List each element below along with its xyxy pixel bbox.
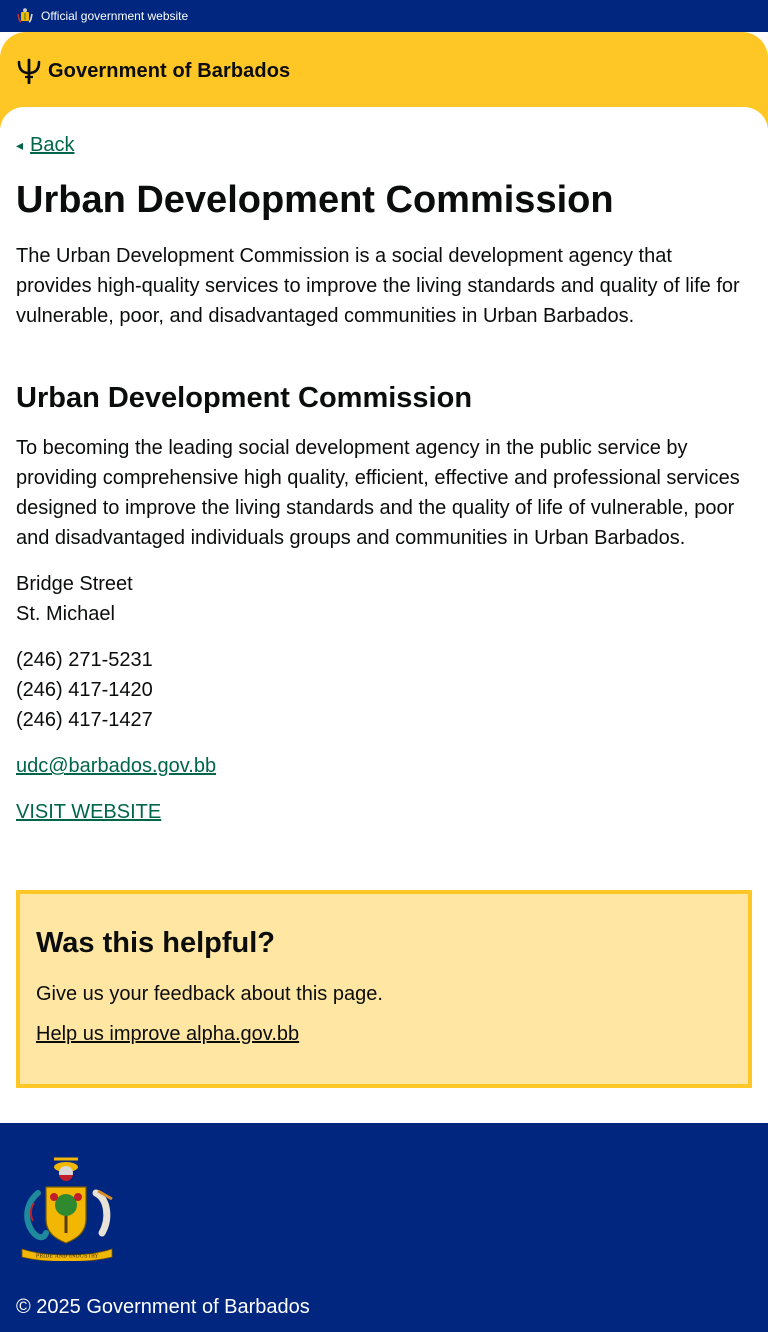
coat-of-arms-icon: PRIDE AND INDUSTRY [21, 1157, 113, 1262]
address-line: Bridge Street [16, 573, 133, 596]
visit-website-link[interactable]: VISIT WEBSITE [16, 801, 161, 823]
brand-name: Government of Barbados [48, 59, 291, 82]
page-title: Urban Development Commission [16, 179, 614, 221]
email-link[interactable]: udc@barbados.gov.bb [16, 755, 216, 777]
trident-icon [17, 58, 41, 84]
feedback-title: Was this helpful? [36, 927, 275, 960]
section-title: Urban Development Commission [16, 381, 473, 414]
site-footer: PRIDE AND INDUSTRY © 2025 Government of … [0, 1123, 768, 1332]
coat-of-arms-icon [16, 7, 34, 25]
phone-list: (246) 271-5231 (246) 417-1420 (246) 417-… [16, 645, 752, 735]
page-lead: The Urban Development Commission is a so… [16, 244, 740, 327]
official-website-bar: Official government website [0, 0, 768, 32]
feedback-text: Give us your feedback about this page. [36, 983, 383, 1006]
address-line: St. Michael [16, 603, 115, 626]
back-link-label[interactable]: Back [30, 134, 74, 157]
feedback-panel: Was this helpful? Give us your feedback … [16, 890, 752, 1089]
visit-website-row: VISIT WEBSITE [16, 797, 752, 827]
phone-number: (246) 417-1420 [16, 679, 153, 702]
main-content: ◂ Back Urban Development Commission The … [0, 107, 768, 1089]
feedback-link[interactable]: Help us improve alpha.gov.bb [36, 1023, 299, 1045]
motto-text: PRIDE AND INDUSTRY [36, 1254, 99, 1260]
official-website-text: Official government website [41, 9, 189, 23]
address-block: Bridge Street St. Michael [16, 569, 752, 629]
email-row: udc@barbados.gov.bb [16, 751, 752, 781]
phone-number: (246) 271-5231 [16, 649, 153, 672]
back-arrow-icon: ◂ [16, 137, 24, 153]
brand-link[interactable]: Government of Barbados [16, 58, 290, 84]
mission-text: To becoming the leading social developme… [16, 437, 740, 550]
back-link[interactable]: ◂ Back [16, 131, 752, 159]
phone-number: (246) 417-1427 [16, 709, 153, 732]
footer-copyright: © 2025 Government of Barbados [16, 1296, 310, 1318]
